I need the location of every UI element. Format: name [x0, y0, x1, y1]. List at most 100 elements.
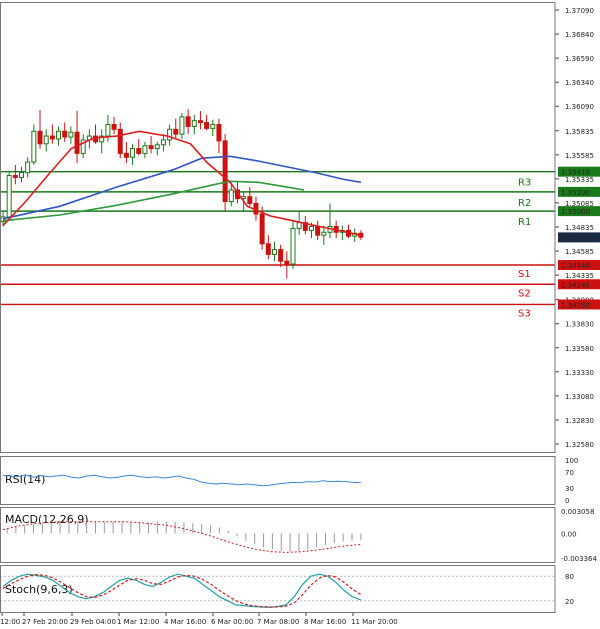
candle-body: [296, 222, 302, 229]
candle-body: [130, 148, 136, 158]
y-tick-label: 1.32830: [565, 417, 594, 425]
candle-body: [265, 243, 271, 255]
level-price-label: 1.34440: [561, 262, 590, 270]
rsi-panel-frame: [0, 456, 556, 505]
rsi-y-tick: 70: [565, 469, 574, 477]
rsi-y-tick: 30: [565, 485, 574, 493]
ma-red-line: [2, 130, 362, 236]
y-tick-label: 1.34335: [565, 272, 594, 280]
macd-signal-line: [2, 521, 361, 553]
macd-y-tick: 0.003058: [561, 508, 594, 516]
candle-body: [210, 124, 216, 129]
macd-y-tick: -0.003364: [561, 555, 597, 563]
y-tick-label: 1.35585: [565, 152, 594, 160]
x-tick-label: 4 Mar 16:00: [164, 618, 206, 626]
level-name-s2: S2: [518, 288, 531, 299]
x-tick-label: 6 Mar 00:00: [211, 618, 253, 626]
candle-body: [105, 124, 111, 137]
level-name-r1: R1: [518, 217, 531, 228]
candle-body: [49, 135, 55, 140]
level-name-s3: S3: [518, 308, 531, 319]
level-name-r3: R3: [518, 178, 531, 189]
candle-body: [56, 130, 62, 140]
y-tick-label: 1.33830: [565, 321, 594, 329]
y-tick-label: 1.35835: [565, 128, 594, 136]
candle-body: [148, 145, 154, 150]
rsi-y-tick: 100: [565, 457, 578, 465]
candle-body: [309, 226, 314, 231]
macd-panel: MACD(12,26,9) 0.003058 0.00 -0.003364: [2, 508, 597, 563]
current-price-label: 1.34727: [561, 234, 590, 242]
candle-body: [167, 128, 173, 141]
stoch-y-tick: 20: [565, 598, 574, 606]
y-tick-label: 1.33580: [565, 345, 594, 353]
candle-body: [179, 116, 185, 135]
candle-body: [111, 124, 117, 130]
y-tick-label: 1.36590: [565, 55, 594, 63]
rsi-line: [2, 474, 361, 487]
candle-body: [278, 249, 284, 262]
stoch-panel-frame: [0, 565, 556, 613]
candle-body: [74, 131, 80, 154]
y-tick-label: 1.35335: [565, 176, 594, 184]
candle-body: [93, 135, 99, 143]
candle-body: [222, 140, 228, 202]
candle-body: [37, 130, 43, 145]
x-tick-label: 1 Mar 12:00: [117, 618, 159, 626]
forex-chart: 1.37090 1.36840 1.36590 1.36340 1.36090 1.358…: [0, 2, 600, 626]
candle-body: [271, 249, 277, 255]
candle-body: [62, 130, 68, 138]
stoch-label: Stoch(9,6,3): [5, 583, 73, 596]
candle-body: [160, 139, 166, 146]
macd-y-tick: 0.00: [561, 530, 577, 538]
time-axis: 12:00 27 Feb 20:00 29 Feb 04:00 1 Mar 12:00…: [0, 612, 398, 626]
candle-body: [31, 130, 37, 163]
candle-body: [43, 135, 49, 145]
price-panel: 1.37090 1.36840 1.36590 1.36340 1.36090 1.358…: [0, 7, 600, 449]
x-tick-label: 7 Mar 08:00: [257, 618, 299, 626]
y-tick-label: 1.34585: [565, 248, 594, 256]
candle-body: [191, 120, 197, 127]
x-tick-label: 29 Feb 04:00: [70, 618, 116, 626]
y-tick-label: 1.34835: [565, 224, 594, 232]
candle-body: [19, 172, 25, 178]
y-tick-label: 1.32580: [565, 441, 594, 449]
candle-body: [321, 231, 327, 236]
candle-body: [197, 120, 203, 124]
y-tick-label: 1.33330: [565, 369, 594, 377]
level-name-r2: R2: [518, 198, 531, 209]
macd-label: MACD(12,26,9): [5, 513, 89, 526]
candle-body: [284, 260, 290, 265]
candle-body: [154, 144, 160, 150]
candle-body: [290, 227, 296, 265]
price-panel-frame: [0, 2, 556, 453]
candle-body: [247, 196, 253, 204]
level-price-label: 1.34240: [561, 281, 590, 289]
candle-body: [216, 124, 222, 142]
stoch-y-tick: 80: [565, 573, 574, 581]
y-tick-label: 1.36840: [565, 31, 594, 39]
candle-body: [259, 213, 265, 245]
candle-body: [68, 131, 74, 138]
candle-body: [315, 226, 321, 236]
y-tick-label: 1.36340: [565, 79, 594, 87]
stoch-panel: Stoch(9,6,3) 80 20: [0, 573, 574, 609]
rsi-panel: RSI(14) 10070300: [2, 457, 578, 505]
level-name-s1: S1: [518, 269, 531, 280]
y-tick-label: 1.37090: [565, 7, 594, 15]
candle-body: [117, 128, 123, 154]
candle-body: [12, 175, 18, 178]
x-tick-label: 8 Mar 16:00: [304, 618, 346, 626]
x-tick-label: 11 Mar 20:00: [351, 618, 398, 626]
level-price-label: 1.35410: [561, 169, 590, 177]
y-tick-label: 1.33080: [565, 393, 594, 401]
x-tick-label: 27 Feb 20:00: [22, 618, 68, 626]
candle-body: [185, 116, 191, 127]
candle-body: [204, 122, 210, 129]
candle-body: [136, 148, 142, 154]
y-tick-label: 1.36090: [565, 103, 594, 111]
ma-green-line: [2, 180, 305, 222]
candle-body: [142, 145, 148, 154]
level-price-label: 1.35000: [561, 208, 590, 216]
x-tick-label: 12:00: [0, 618, 20, 626]
